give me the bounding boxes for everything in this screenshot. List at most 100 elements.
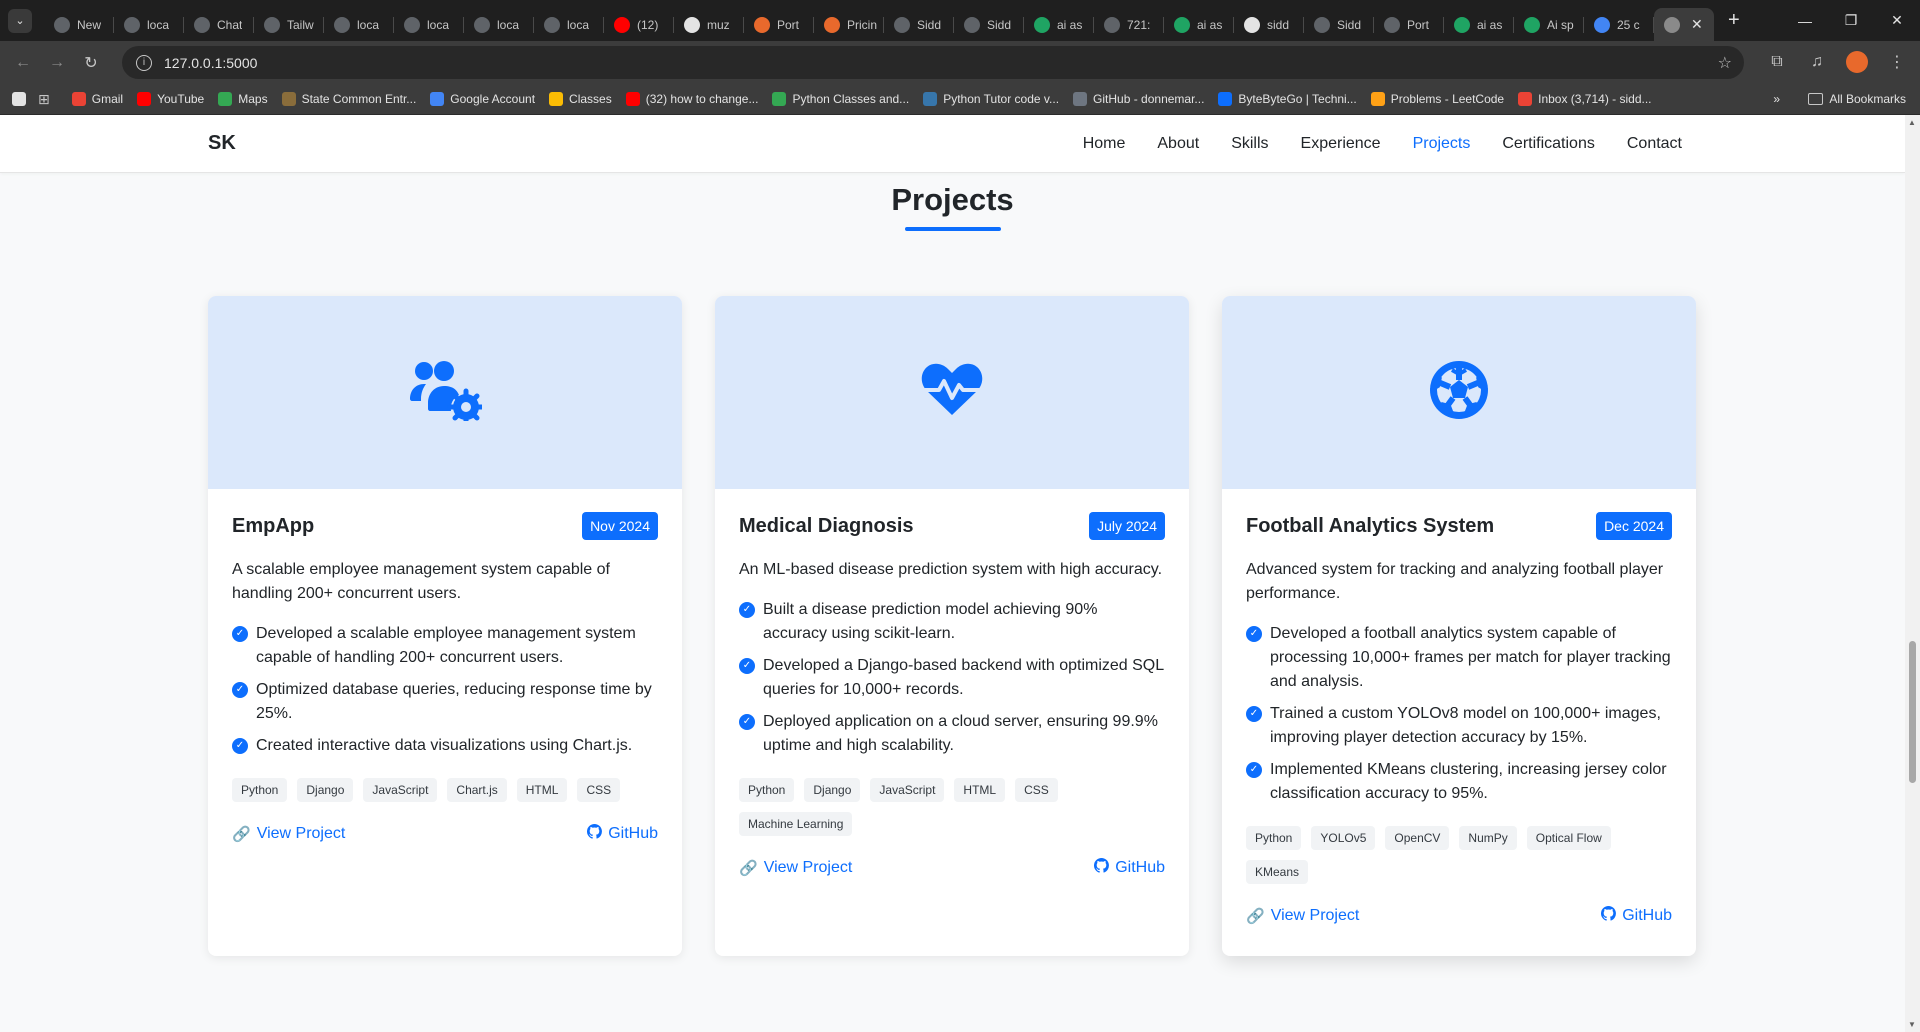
nav-link-projects[interactable]: Projects xyxy=(1413,135,1471,153)
extensions-icon[interactable]: ⧉ xyxy=(1760,45,1794,79)
nav-link-contact[interactable]: Contact xyxy=(1627,135,1682,153)
github-icon xyxy=(684,16,700,33)
bookmark-item[interactable]: Maps xyxy=(218,92,268,106)
browser-tab[interactable]: Ai sp xyxy=(1514,8,1584,41)
bookmark-favicon-icon xyxy=(625,92,640,106)
site-nav-links: Home About Skills Experience Projects Certifi… xyxy=(1083,115,1682,173)
browser-tab[interactable]: Port xyxy=(744,8,814,41)
browser-tab[interactable]: Sidd xyxy=(884,8,954,41)
bookmark-item[interactable]: Inbox (3,714) - sidd... xyxy=(1518,92,1652,106)
browser-tab[interactable]: 25 c xyxy=(1584,8,1654,41)
globe-icon xyxy=(1314,16,1330,33)
bookmark-favicon-icon xyxy=(218,92,233,106)
bookmark-label: Inbox (3,714) - sidd... xyxy=(1538,92,1652,106)
bookmark-item[interactable]: Gmail xyxy=(71,92,124,106)
site-info-icon[interactable]: i xyxy=(136,54,152,71)
profile-button[interactable] xyxy=(1840,45,1874,79)
tab-close-icon[interactable]: ✕ xyxy=(1691,16,1703,33)
browser-tab[interactable]: muz xyxy=(674,8,744,41)
bookmark-label: Gmail xyxy=(91,92,124,106)
view-project-link[interactable]: 🔗 View Project xyxy=(232,824,345,843)
github-label: GitHub xyxy=(1622,906,1672,924)
nav-link-home[interactable]: Home xyxy=(1083,135,1126,153)
view-project-link[interactable]: 🔗 View Project xyxy=(739,858,852,877)
github-link[interactable]: GitHub xyxy=(1601,906,1672,925)
nav-link-skills[interactable]: Skills xyxy=(1231,135,1268,153)
maximize-button[interactable]: ❐ xyxy=(1828,0,1874,41)
menu-kebab-icon[interactable]: ⋮ xyxy=(1880,45,1914,79)
bookmark-item[interactable]: YouTube xyxy=(137,92,204,106)
view-project-link[interactable]: 🔗 View Project xyxy=(1246,906,1359,925)
check-circle-icon: ✓ xyxy=(232,626,248,642)
browser-tab[interactable]: Tailw xyxy=(254,8,324,41)
bookmark-item[interactable]: Python Tutor code v... xyxy=(923,92,1059,106)
project-header: Medical Diagnosis July 2024 xyxy=(739,511,1165,541)
bookmark-item[interactable]: GitHub - donnemar... xyxy=(1073,92,1204,106)
browser-tab[interactable]: 721: xyxy=(1094,8,1164,41)
github-icon xyxy=(1094,858,1110,877)
browser-tab[interactable]: loca xyxy=(394,8,464,41)
site-brand[interactable]: SK xyxy=(208,132,236,155)
tech-tag: KMeans xyxy=(1246,860,1309,884)
browser-tab[interactable]: loca xyxy=(534,8,604,41)
project-description: A scalable employee management system ca… xyxy=(232,561,610,602)
browser-tab[interactable]: ai as xyxy=(1164,8,1234,41)
bookmark-item[interactable]: Python Classes and... xyxy=(772,92,909,106)
nav-link-about[interactable]: About xyxy=(1157,135,1199,153)
browser-tab[interactable]: Sidd xyxy=(1304,8,1374,41)
browser-tab[interactable]: loca xyxy=(114,8,184,41)
globe-icon xyxy=(404,16,420,33)
tab-title: loca xyxy=(357,17,380,32)
scroll-up-arrow[interactable]: ▲ xyxy=(1908,118,1916,127)
nav-link-certifications[interactable]: Certifications xyxy=(1502,135,1594,153)
bookmark-item[interactable]: Problems - LeetCode xyxy=(1370,92,1504,106)
close-window-button[interactable]: ✕ xyxy=(1874,0,1920,41)
bookmark-item[interactable]: Classes xyxy=(549,92,612,106)
bookmarks-overflow-button[interactable]: » xyxy=(1773,92,1780,106)
browser-tab[interactable]: ai as xyxy=(1024,8,1094,41)
project-title: EmpApp xyxy=(232,514,315,537)
scroll-down-arrow[interactable]: ▼ xyxy=(1908,1020,1916,1029)
browser-tab[interactable]: loca xyxy=(464,8,534,41)
browser-tab[interactable]: (12) xyxy=(604,8,674,41)
browser-tab[interactable]: ai as xyxy=(1444,8,1514,41)
scroll-thumb[interactable] xyxy=(1909,641,1916,783)
github-link[interactable]: GitHub xyxy=(1094,858,1165,877)
feature-text: Developed a Django-based backend with op… xyxy=(763,657,1164,698)
browser-tab[interactable]: New xyxy=(44,8,114,41)
browser-tab[interactable]: loca xyxy=(324,8,394,41)
project-hero xyxy=(715,296,1189,489)
tech-tag: Optical Flow xyxy=(1526,826,1611,850)
media-controls-icon[interactable]: ♫ xyxy=(1800,45,1834,79)
browser-tab[interactable]: Pricin xyxy=(814,8,884,41)
all-bookmarks-button[interactable]: All Bookmarks xyxy=(1808,92,1906,106)
chrome-icon xyxy=(54,16,70,33)
bookmark-item[interactable]: (32) how to change... xyxy=(625,92,758,106)
section-title: Projects xyxy=(891,182,1014,217)
grid-icon[interactable]: ⊞ xyxy=(38,91,50,108)
github-link[interactable]: GitHub xyxy=(587,824,658,843)
forward-button[interactable]: → xyxy=(40,46,74,80)
feature-text: Optimized database queries, reducing res… xyxy=(256,681,652,722)
tech-tag: Python xyxy=(1246,826,1302,850)
tab-search-button[interactable]: ⌄ xyxy=(8,8,32,33)
bookmark-item[interactable]: Google Account xyxy=(430,92,535,106)
reload-button[interactable]: ↻ xyxy=(74,46,108,80)
bookmark-item[interactable]: ByteByteGo | Techni... xyxy=(1218,92,1357,106)
bookmark-star-icon[interactable]: ☆ xyxy=(1718,53,1732,73)
nav-link-experience[interactable]: Experience xyxy=(1301,135,1381,153)
address-bar[interactable]: i 127.0.0.1:5000 ☆ xyxy=(122,46,1744,79)
back-button[interactable]: ← xyxy=(6,46,40,80)
date-badge: Dec 2024 xyxy=(1596,512,1672,540)
page-scrollbar[interactable]: ▲ ▼ xyxy=(1905,115,1920,1032)
browser-tab[interactable]: Sidd xyxy=(954,8,1024,41)
browser-tab-active[interactable]: ✕ xyxy=(1654,8,1714,41)
new-tab-button[interactable]: + xyxy=(1728,9,1740,32)
browser-tab[interactable]: Port xyxy=(1374,8,1444,41)
browser-tab[interactable]: Chat xyxy=(184,8,254,41)
apps-icon[interactable] xyxy=(12,92,26,106)
minimize-button[interactable]: — xyxy=(1782,0,1828,41)
address-url[interactable]: 127.0.0.1:5000 xyxy=(164,55,257,71)
bookmark-item[interactable]: State Common Entr... xyxy=(281,92,416,106)
browser-tab[interactable]: sidd xyxy=(1234,8,1304,41)
